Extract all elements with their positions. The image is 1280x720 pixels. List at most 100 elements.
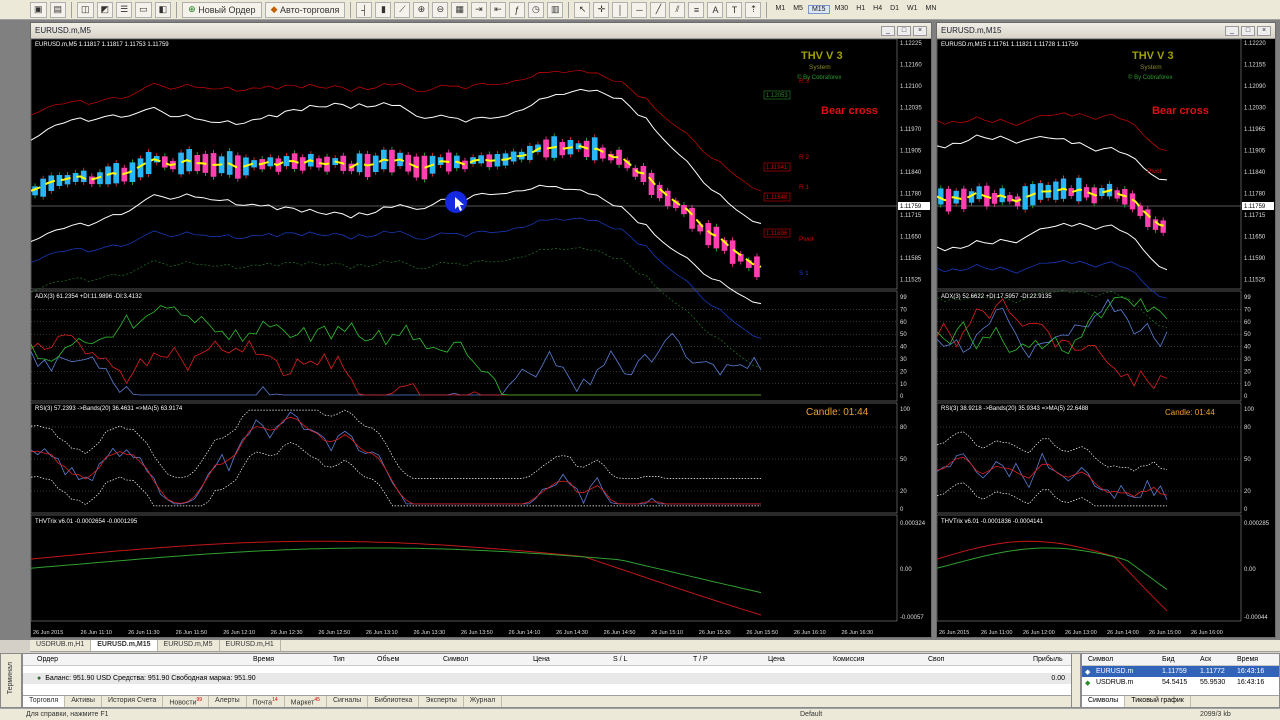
terminal-column-header[interactable]: Прибыль xyxy=(1033,656,1063,663)
chart-window-main[interactable]: EURUSD.m,M5 _ □ × 1.12225 1.12160 1.12100 1.1… xyxy=(30,22,932,638)
terminal-tab[interactable]: Маркет45 xyxy=(285,696,327,707)
chart-window-side[interactable]: EURUSD.m,M15 _ □ × 1.12220 1.12155 1.12090 1.… xyxy=(936,22,1276,638)
candle-body[interactable] xyxy=(372,155,379,173)
new-order-button[interactable]: ⊕ Новый Ордер xyxy=(182,1,262,18)
timeframe-mn[interactable]: MN xyxy=(923,5,940,14)
candle-body[interactable] xyxy=(178,152,184,175)
timeframe-m5[interactable]: M5 xyxy=(790,5,806,14)
maximize-icon[interactable]: □ xyxy=(1241,25,1255,36)
timeframe-d1[interactable]: D1 xyxy=(887,5,902,14)
market-watch-row[interactable]: ◆ USDRUB.m 54.5415 55.9530 16:43:16 xyxy=(1082,677,1279,688)
vertical-line-icon[interactable]: │ xyxy=(612,1,629,18)
candle-body[interactable] xyxy=(299,157,306,171)
panel-main[interactable] xyxy=(937,39,1242,290)
terminal-tab[interactable]: Эксперты xyxy=(419,696,464,707)
minimize-icon[interactable]: _ xyxy=(1225,25,1239,36)
timeframe-m15[interactable]: M15 xyxy=(807,5,830,14)
terminal-column-header[interactable]: Время xyxy=(253,656,274,663)
candle-body[interactable] xyxy=(526,145,533,161)
chart-tab[interactable]: EURUSD.m,M5 xyxy=(158,640,220,651)
crosshair-icon[interactable]: ✛ xyxy=(593,1,610,18)
market-watch-tab[interactable]: Тиковый график xyxy=(1125,696,1191,707)
close-icon[interactable]: × xyxy=(913,25,927,36)
terminal-column-header[interactable]: Тип xyxy=(333,656,345,663)
chart-tab[interactable]: EURUSD.m,H1 xyxy=(220,640,281,651)
terminal-tab[interactable]: Новости99 xyxy=(163,696,210,707)
candle-body[interactable] xyxy=(510,151,517,162)
side-chart-svg[interactable]: 1.12220 1.12155 1.12090 1.12030 1.11965 1.119… xyxy=(937,39,1275,637)
navigator-icon[interactable]: ☰ xyxy=(116,1,133,18)
timeframe-h1[interactable]: H1 xyxy=(853,5,868,14)
candle-body[interactable] xyxy=(599,147,606,159)
chart-shift-icon[interactable]: ⇤ xyxy=(489,1,506,18)
terminal-column-header[interactable]: T / P xyxy=(693,656,708,663)
candle-body[interactable] xyxy=(1022,186,1028,210)
autoscroll-icon[interactable]: ⇥ xyxy=(470,1,487,18)
close-icon[interactable]: × xyxy=(1257,25,1271,36)
market-watch-column[interactable]: Бид xyxy=(1162,656,1175,663)
terminal-tab[interactable]: Библиотека xyxy=(368,696,420,707)
zoom-in-icon[interactable]: ⊕ xyxy=(413,1,430,18)
terminal-column-header[interactable]: Своп xyxy=(928,656,944,663)
candle-body[interactable] xyxy=(283,156,290,167)
terminal-tab[interactable]: Торговля xyxy=(23,696,66,707)
market-watch-column[interactable]: Символ xyxy=(1088,656,1113,663)
candle-body[interactable] xyxy=(729,240,736,264)
autotrading-button[interactable]: ◆ Авто-торговля xyxy=(264,1,346,18)
candle-body[interactable] xyxy=(961,188,967,210)
periods-icon[interactable]: ◷ xyxy=(527,1,544,18)
trendline-icon[interactable]: ╱ xyxy=(650,1,667,18)
terminal-column-header[interactable]: Объем xyxy=(377,656,399,663)
bar-chart-icon[interactable]: ┤ xyxy=(356,1,373,18)
chart-window-titlebar[interactable]: EURUSD.m,M5 _ □ × xyxy=(31,23,931,39)
timeframe-h4[interactable]: H4 xyxy=(870,5,885,14)
tester-icon[interactable]: ◧ xyxy=(154,1,172,18)
candle-body[interactable] xyxy=(991,193,998,204)
market-watch-icon[interactable]: ◫ xyxy=(77,1,94,18)
chart-window-titlebar[interactable]: EURUSD.m,M15 _ □ × xyxy=(937,23,1275,39)
timeframe-m30[interactable]: M30 xyxy=(832,5,852,14)
panel-adx[interactable] xyxy=(937,290,1242,402)
candle-body[interactable] xyxy=(1137,205,1143,216)
main-chart-svg[interactable]: 1.12225 1.12160 1.12100 1.12035 1.11970 1.119… xyxy=(31,39,931,637)
panel-adx[interactable] xyxy=(31,290,898,402)
terminal-icon[interactable]: ▭ xyxy=(135,1,152,18)
text-icon[interactable]: A xyxy=(707,1,724,18)
candle-body[interactable] xyxy=(494,154,501,167)
chart-tab[interactable]: USDRUB.m,H1 xyxy=(30,640,92,651)
terminal-column-header[interactable]: Символ xyxy=(443,656,468,663)
main-chart-plot[interactable]: 1.12225 1.12160 1.12100 1.12035 1.11970 1.119… xyxy=(31,39,931,637)
panel-rsi[interactable] xyxy=(937,402,1242,514)
panel-rsi[interactable] xyxy=(31,402,898,514)
market-watch-column[interactable]: Аск xyxy=(1200,656,1211,663)
minimize-icon[interactable]: _ xyxy=(881,25,895,36)
templates-icon[interactable]: ▥ xyxy=(546,1,564,18)
new-chart-icon[interactable]: ▣ xyxy=(30,1,47,18)
market-watch-row[interactable]: ◆ EURUSD.m 1.11759 1.11772 16:43:16 xyxy=(1082,666,1279,677)
arrows-icon[interactable]: ⇡ xyxy=(745,1,762,18)
timeframe-w1[interactable]: W1 xyxy=(904,5,921,14)
label-icon[interactable]: T xyxy=(726,1,743,18)
terminal-tab[interactable]: Почта14 xyxy=(247,696,285,707)
terminal-column-header[interactable]: Ордер xyxy=(37,656,58,663)
market-watch-tab[interactable]: Символы xyxy=(1082,696,1126,707)
candle-body[interactable] xyxy=(689,207,695,229)
indicators-icon[interactable]: ƒ xyxy=(508,1,525,18)
terminal-column-header[interactable]: Комиссия xyxy=(833,656,864,663)
tile-windows-icon[interactable]: ▦ xyxy=(451,1,468,18)
side-chart-plot[interactable]: 1.12220 1.12155 1.12090 1.12030 1.11965 1.119… xyxy=(937,39,1275,637)
market-watch-column[interactable]: Время xyxy=(1237,656,1258,663)
candle-body[interactable] xyxy=(40,178,47,197)
line-chart-icon[interactable]: ⟋ xyxy=(394,1,411,18)
candle-body[interactable] xyxy=(754,256,760,278)
chart-tab[interactable]: EURUSD.m,M15 xyxy=(91,640,158,651)
candle-body[interactable] xyxy=(161,156,168,168)
candlestick-icon[interactable]: ▮ xyxy=(375,1,392,18)
terminal-tab[interactable]: Алерты xyxy=(209,696,247,707)
terminal-column-header[interactable]: S / L xyxy=(613,656,627,663)
candle-body[interactable] xyxy=(945,188,952,212)
channel-icon[interactable]: ⫽ xyxy=(669,1,686,18)
terminal-tab[interactable]: Активы xyxy=(65,696,102,707)
panel-trix[interactable] xyxy=(31,514,898,622)
terminal-tab[interactable]: История Счета xyxy=(102,696,164,707)
